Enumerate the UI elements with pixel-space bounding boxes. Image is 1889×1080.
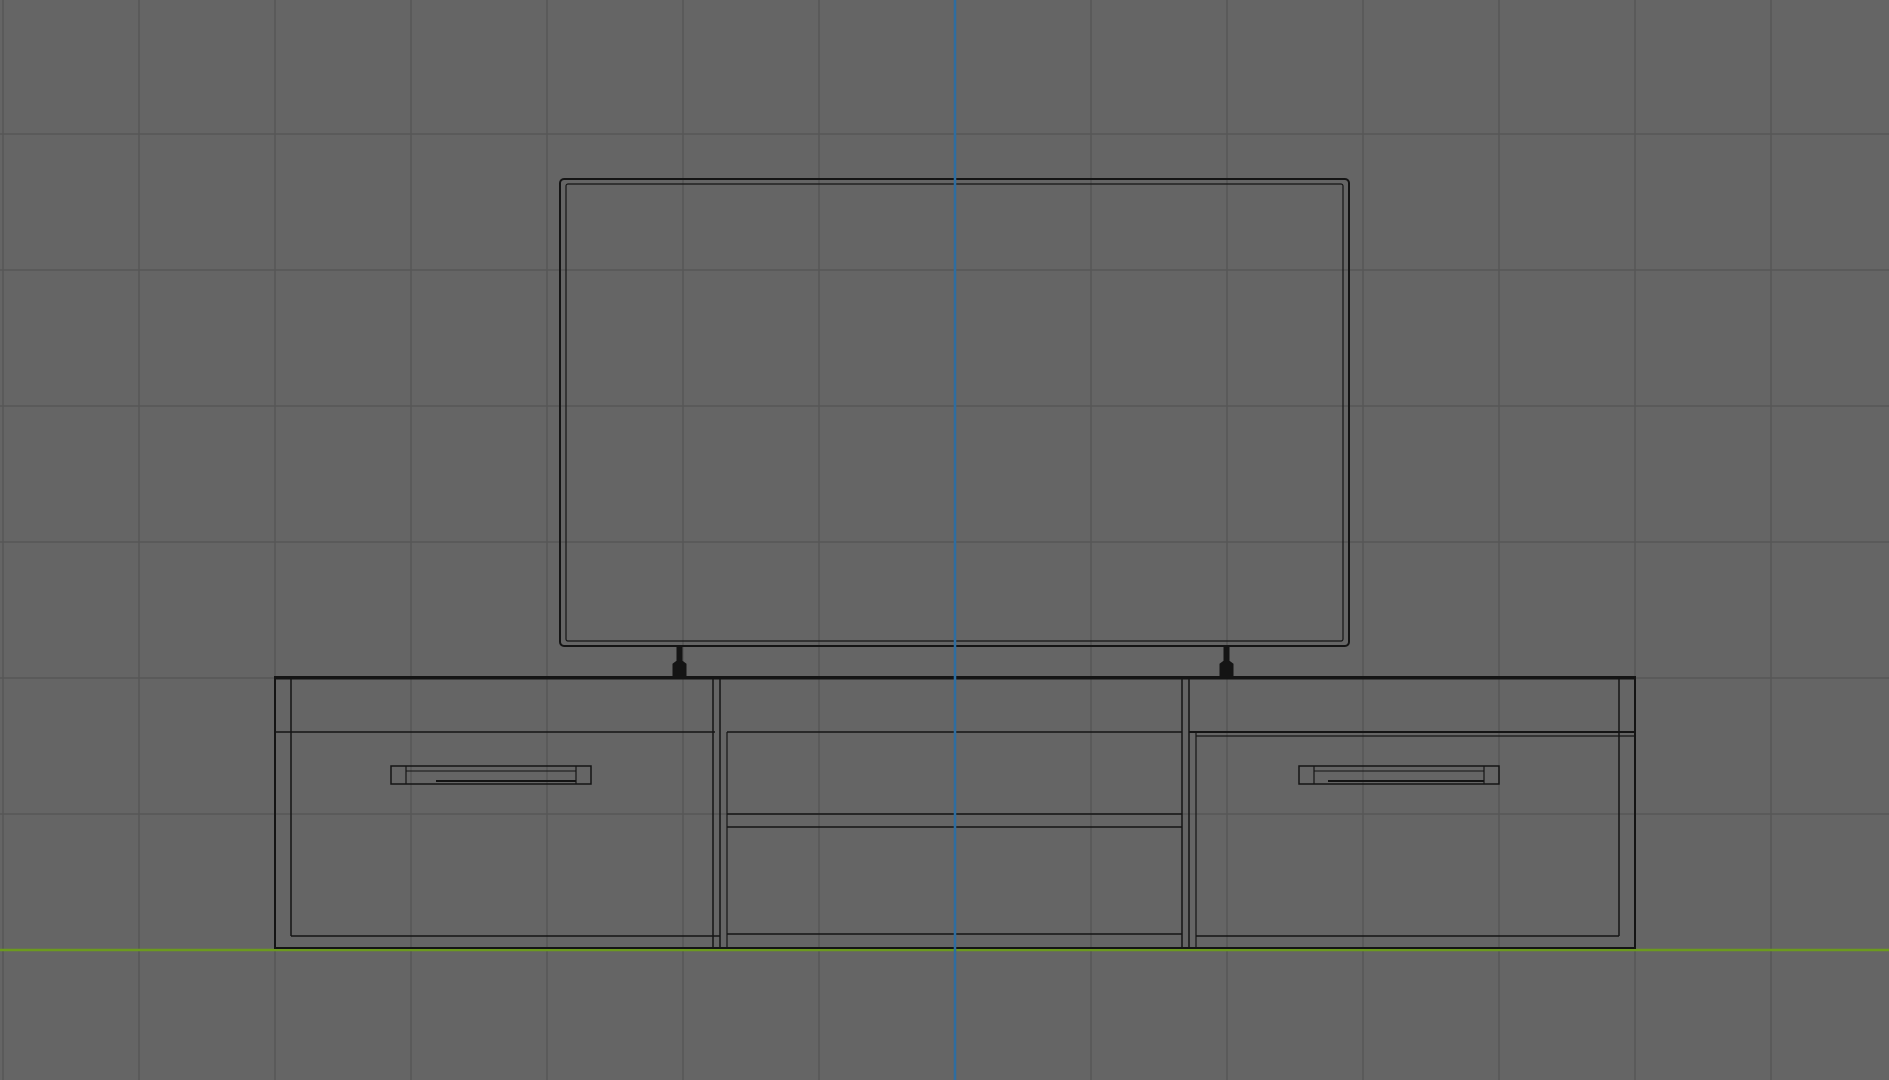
cabinet-left-section [275,677,728,948]
viewport-canvas[interactable] [0,0,1889,1080]
cabinet-middle-section [727,677,1197,948]
drawer-handle-left [390,765,592,785]
cabinet-right-section [1189,677,1635,937]
drawer-handle-right [1298,765,1500,785]
tv-foot-left [672,645,687,677]
tv-foot-right [1219,645,1234,677]
viewport-grid [0,0,1889,1080]
tv-stand-feet[interactable] [672,645,1234,677]
3d-viewport[interactable] [0,0,1889,1080]
